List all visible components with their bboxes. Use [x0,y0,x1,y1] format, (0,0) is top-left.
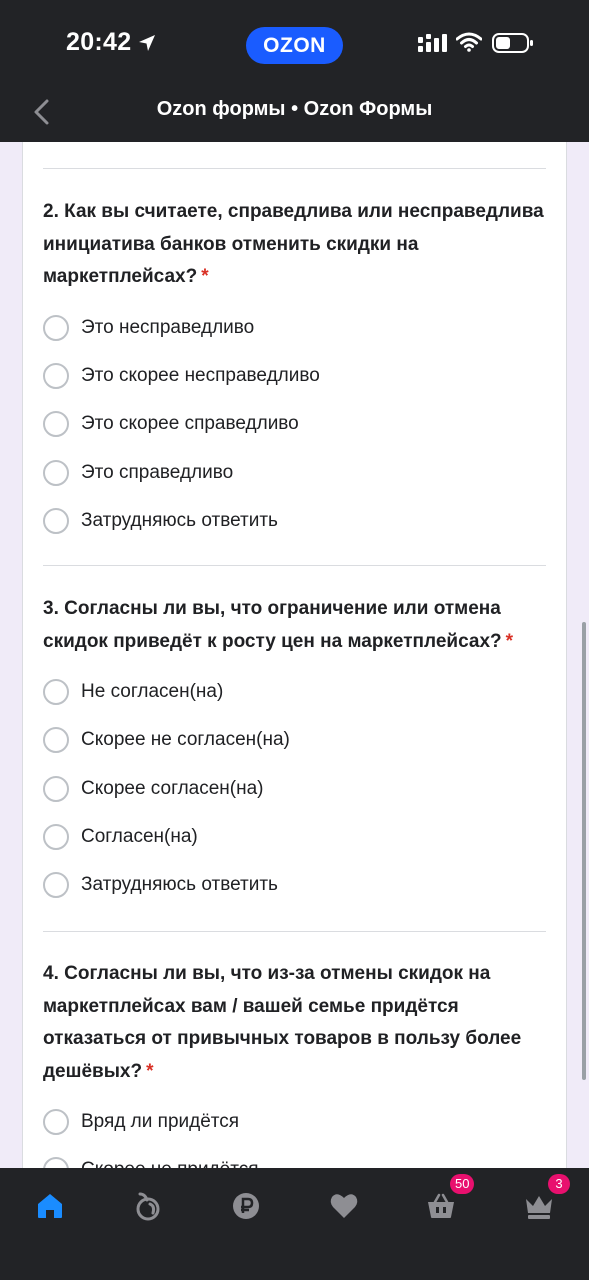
profile-count-badge: 3 [548,1174,570,1194]
question-title-text: 3. Согласны ли вы, что ограничение или о… [43,598,502,652]
radio-option[interactable]: Скорее согласен(на) [43,765,548,813]
radio-button[interactable] [43,1109,69,1136]
radio-option-label: Это скорее несправедливо [81,364,320,386]
tab-fresh[interactable] [128,1186,168,1226]
radio-button[interactable] [43,775,69,802]
question-title-text: 2. Как вы считаете, справедлива или несп… [43,201,544,287]
profile-crown-icon [526,1196,552,1219]
radio-option[interactable]: Скорее не придётся [43,1146,548,1168]
radio-button[interactable] [43,459,69,486]
location-arrow-icon [139,35,155,51]
radio-option[interactable]: Согласен(на) [43,813,548,861]
radio-option-label: Это несправедливо [81,316,255,338]
radio-button[interactable] [43,314,69,341]
ozon-app-badge[interactable]: OZON [246,27,343,64]
top-bar: 20:42 OZON Ozon формы • Ozon Формы [0,0,589,142]
wifi-icon [456,32,482,52]
radio-option-label: Затрудняюсь ответить [81,509,278,531]
scrollbar[interactable] [582,622,586,1080]
radio-option-label: Это справедливо [81,461,234,483]
bottom-tab-bar: 50 3 [0,1168,589,1280]
status-time-text: 20:42 [66,28,132,56]
divider [43,931,546,932]
divider [43,168,546,169]
radio-option-label: Затрудняюсь ответить [81,874,278,896]
radio-option-label: Это скорее справедливо [81,413,299,435]
radio-group: Это несправедливо Это скорее несправедли… [43,304,548,545]
radio-option[interactable]: Вряд ли придётся [43,1098,548,1146]
radio-button[interactable] [43,1157,69,1168]
home-icon [38,1194,62,1218]
tab-favorites[interactable] [324,1186,364,1226]
favorites-heart-icon [330,1194,358,1218]
radio-button[interactable] [43,679,69,706]
radio-button[interactable] [43,824,69,851]
radio-option[interactable]: Затрудняюсь ответить [43,497,548,545]
signal-icon [418,34,447,52]
battery-icon [492,33,533,53]
radio-option-label: Скорее согласен(на) [81,777,264,799]
divider [43,565,546,566]
status-time: 20:42 [66,28,131,57]
form-card: 2. Как вы считаете, справедлива или несп… [22,142,567,1168]
ozon-app-badge-label: OZON [263,34,326,57]
radio-option-label: Не согласен(на) [81,681,224,703]
tab-finance[interactable] [226,1186,266,1226]
tab-profile[interactable]: 3 [519,1174,570,1226]
fresh-icon [136,1192,160,1221]
question-title: 3. Согласны ли вы, что ограничение или о… [43,593,548,658]
radio-option-label: Скорее не согласен(на) [81,729,290,751]
question-title-text: 4. Согласны ли вы, что из-за отмены скид… [43,963,522,1082]
radio-option[interactable]: Это скорее справедливо [43,400,548,448]
tab-cart[interactable]: 50 [421,1174,475,1226]
radio-option[interactable]: Не согласен(на) [43,668,548,716]
cart-icon [428,1193,454,1218]
radio-option-label: Скорее не придётся [81,1159,259,1168]
radio-group: Вряд ли придётся Скорее не придётся [43,1098,548,1168]
radio-option-label: Вряд ли придётся [81,1111,240,1133]
radio-button[interactable] [43,507,69,534]
radio-option[interactable]: Это справедливо [43,448,548,496]
radio-option[interactable]: Это несправедливо [43,304,548,352]
question-title: 4. Согласны ли вы, что из-за отмены скид… [43,958,548,1088]
required-marker: * [146,1060,154,1082]
radio-option[interactable]: Скорее не согласен(на) [43,716,548,764]
question-4: 4. Согласны ли вы, что из-за отмены скид… [43,958,548,1168]
radio-group: Не согласен(на) Скорее не согласен(на) С… [43,668,548,909]
question-2: 2. Как вы считаете, справедлива или несп… [43,196,548,545]
cart-count-badge: 50 [450,1174,475,1194]
radio-option-label: Согласен(на) [81,826,198,848]
radio-option[interactable]: Затрудняюсь ответить [43,861,548,909]
required-marker: * [201,266,209,287]
question-3: 3. Согласны ли вы, что ограничение или о… [43,593,548,909]
tab-home[interactable] [30,1186,70,1226]
radio-button[interactable] [43,872,69,899]
radio-button[interactable] [43,727,69,754]
radio-button[interactable] [43,411,69,438]
required-marker: * [505,630,514,652]
question-title: 2. Как вы считаете, справедлива или несп… [43,196,548,294]
radio-button[interactable] [43,362,69,389]
form-scroll-area[interactable]: 2. Как вы считаете, справедлива или несп… [0,142,589,1168]
page-title: Ozon формы • Ozon Формы [156,98,433,120]
radio-option[interactable]: Это скорее несправедливо [43,352,548,400]
ruble-icon [233,1193,259,1219]
